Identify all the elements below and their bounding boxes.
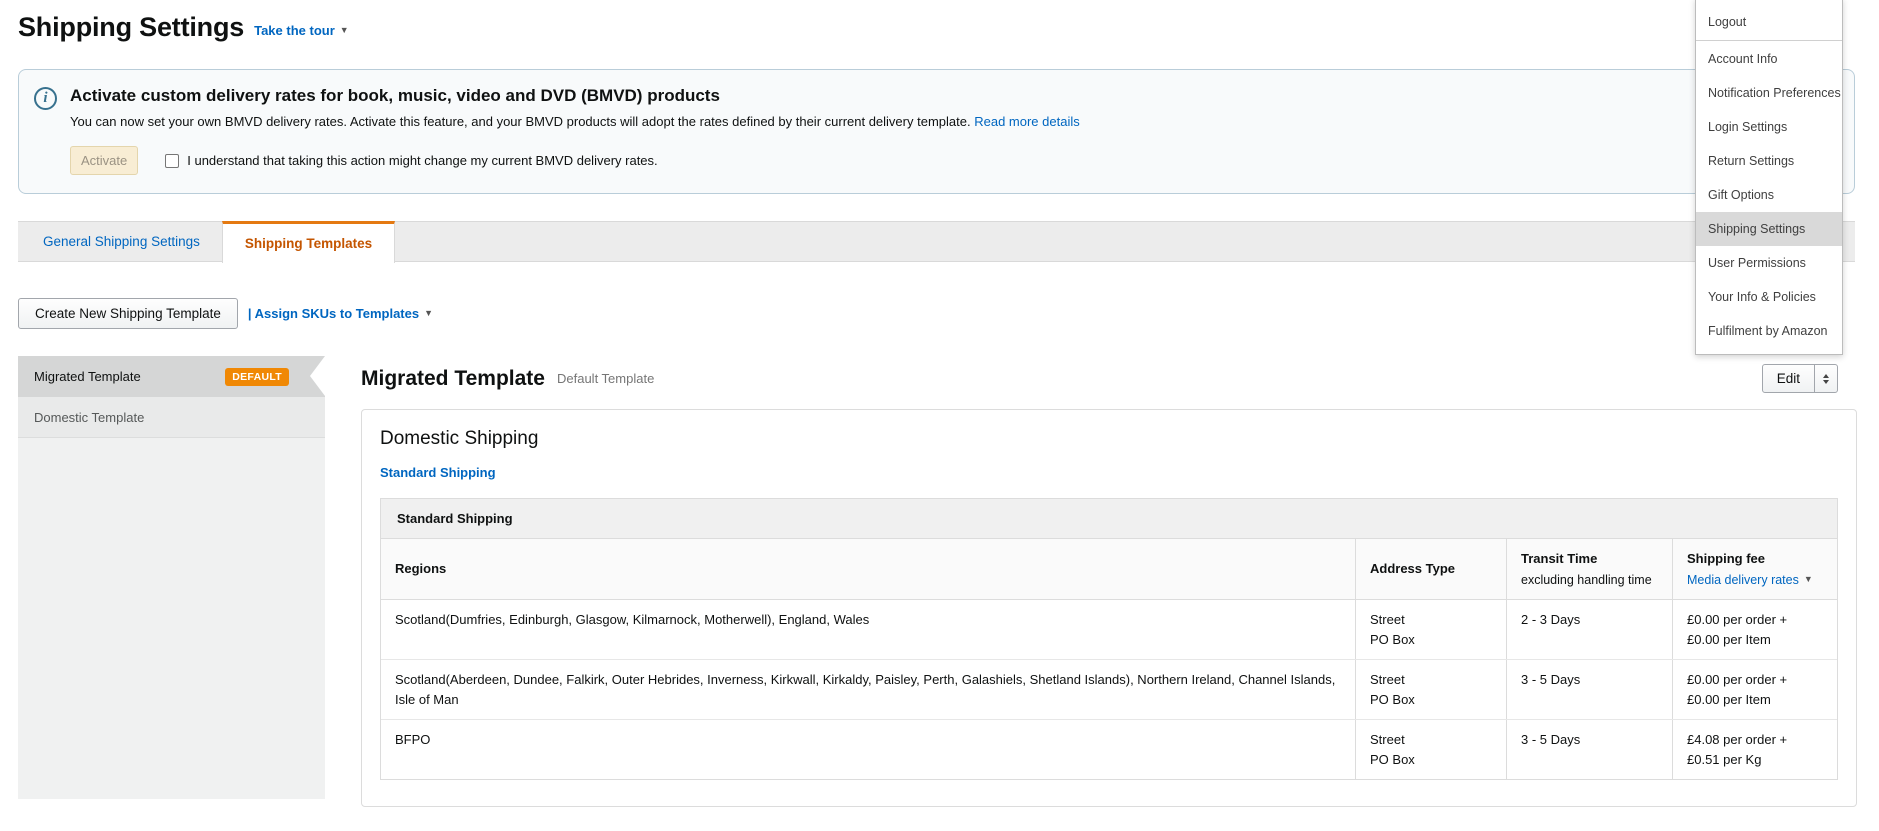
page-title: Shipping Settings — [18, 12, 245, 42]
column-label: Address Type — [1370, 561, 1456, 577]
menu-item-return-settings[interactable]: Return Settings — [1696, 144, 1842, 178]
banner-text: You can now set your own BMVD delivery r… — [70, 114, 1080, 129]
address-type-line: Street — [1370, 672, 1405, 688]
shipping-fee-cell: £4.08 per order + £0.51 per Kg — [1672, 720, 1837, 780]
address-type-line: Street — [1370, 612, 1405, 628]
understand-checkbox[interactable] — [165, 153, 180, 168]
table-row: Scotland(Aberdeen, Dundee, Falkirk, Oute… — [381, 659, 1837, 720]
fee-line: £0.00 per order + — [1687, 612, 1788, 628]
banner-title: Activate custom delivery rates for book,… — [70, 86, 720, 105]
tab-general-shipping-settings[interactable]: General Shipping Settings — [21, 222, 222, 261]
menu-item-fulfilment-by-amazon[interactable]: Fulfilment by Amazon — [1696, 314, 1842, 348]
fee-line: £0.51 per Kg — [1687, 751, 1762, 767]
fee-line: £4.08 per order + — [1687, 732, 1788, 748]
banner-body: Activate custom delivery rates for book,… — [70, 86, 1080, 175]
sidebar-item-domestic-template[interactable]: Domestic Template — [18, 397, 325, 438]
address-type-cell: Street PO Box — [1355, 720, 1506, 780]
chevron-down-icon: ▼ — [1803, 573, 1813, 584]
chevron-down-icon: ▼ — [424, 308, 434, 318]
account-settings-menu: Logout Account Info Notification Prefere… — [1695, 0, 1843, 355]
address-type-cell: Street PO Box — [1355, 660, 1506, 720]
bmvd-info-banner: i Activate custom delivery rates for boo… — [18, 69, 1855, 194]
menu-item-user-permissions[interactable]: User Permissions — [1696, 246, 1842, 280]
media-delivery-rates-link-row: Media delivery rates ▼ — [1687, 571, 1823, 590]
column-label: Regions — [395, 561, 447, 577]
transit-time-cell: 2 - 3 Days — [1506, 600, 1672, 660]
template-name: Domestic Template — [34, 409, 145, 425]
template-title: Migrated Template — [361, 366, 545, 390]
fee-line: £0.00 per order + — [1687, 672, 1788, 688]
info-icon: i — [34, 87, 57, 110]
standard-shipping-table: Standard Shipping Regions Address Type T… — [380, 498, 1838, 781]
menu-item-logout[interactable]: Logout — [1696, 5, 1842, 39]
column-header-address-type: Address Type — [1355, 539, 1506, 600]
regions-cell: Scotland(Aberdeen, Dundee, Falkirk, Oute… — [395, 672, 1336, 707]
menu-item-notification-preferences[interactable]: Notification Preferences — [1696, 76, 1842, 110]
table-row: Scotland(Dumfries, Edinburgh, Glasgow, K… — [381, 600, 1837, 660]
take-the-tour-label[interactable]: Take the tour — [254, 23, 335, 38]
tab-shipping-templates[interactable]: Shipping Templates — [221, 221, 396, 263]
template-detail-header: Migrated Template Default Template Edit — [361, 364, 1857, 393]
column-label: Shipping fee — [1687, 551, 1765, 566]
banner-description: You can now set your own BMVD delivery r… — [70, 114, 971, 129]
understand-checkbox-label: I understand that taking this action mig… — [187, 153, 658, 168]
transit-time-cell: 3 - 5 Days — [1506, 720, 1672, 780]
edit-dropdown-button[interactable] — [1814, 364, 1838, 393]
banner-actions: Activate I understand that taking this a… — [70, 146, 1080, 175]
menu-divider — [1696, 40, 1842, 41]
column-header-shipping-fee: Shipping fee Media delivery rates ▼ — [1672, 539, 1837, 600]
read-more-link[interactable]: Read more details — [974, 114, 1080, 129]
column-sublabel: excluding handling time — [1521, 572, 1652, 587]
content-area: Migrated Template DEFAULT Domestic Templ… — [18, 356, 1879, 808]
shipping-fee-cell: £0.00 per order + £0.00 per Item — [1672, 600, 1837, 660]
table-title: Standard Shipping — [381, 499, 1837, 539]
domestic-shipping-card: Domestic Shipping Standard Shipping Stan… — [361, 409, 1857, 808]
media-delivery-rates-link[interactable]: Media delivery rates — [1687, 573, 1799, 587]
domestic-shipping-heading: Domestic Shipping — [380, 428, 539, 449]
assign-skus-label[interactable]: | Assign SKUs to Templates — [248, 306, 419, 321]
activate-button[interactable]: Activate — [70, 146, 139, 175]
default-badge: DEFAULT — [225, 367, 289, 386]
menu-item-account-info[interactable]: Account Info — [1696, 42, 1842, 76]
address-type-line: PO Box — [1370, 751, 1415, 767]
menu-item-login-settings[interactable]: Login Settings — [1696, 110, 1842, 144]
page-header: Shipping Settings Take the tour ▼ — [18, 12, 1879, 43]
standard-shipping-link[interactable]: Standard Shipping — [380, 465, 496, 480]
understand-checkbox-row: I understand that taking this action mig… — [165, 153, 658, 168]
address-type-line: PO Box — [1370, 691, 1415, 707]
transit-time-cell: 3 - 5 Days — [1506, 660, 1672, 720]
column-header-transit-time: Transit Time excluding handling time — [1506, 539, 1672, 600]
chevron-down-icon: ▼ — [339, 25, 349, 35]
table-row: BFPO Street PO Box 3 - 5 Days £4.08 per … — [381, 719, 1837, 780]
fee-line: £0.00 per Item — [1687, 691, 1771, 707]
regions-cell: BFPO — [395, 732, 431, 748]
menu-item-gift-options[interactable]: Gift Options — [1696, 178, 1842, 212]
table-header-row: Regions Address Type Transit Time exclud… — [381, 539, 1837, 601]
fee-line: £0.00 per Item — [1687, 631, 1771, 647]
template-subtitle: Default Template — [556, 371, 655, 386]
edit-split-button: Edit — [1761, 364, 1838, 393]
template-list-sidebar: Migrated Template DEFAULT Domestic Templ… — [18, 356, 325, 799]
column-header-regions: Regions — [381, 539, 1355, 599]
address-type-cell: Street PO Box — [1355, 600, 1506, 660]
sidebar-item-migrated-template[interactable]: Migrated Template DEFAULT — [18, 356, 325, 397]
menu-item-your-info-policies[interactable]: Your Info & Policies — [1696, 280, 1842, 314]
template-toolbar: Create New Shipping Template | Assign SK… — [18, 298, 1879, 329]
assign-skus-link[interactable]: | Assign SKUs to Templates ▼ — [248, 306, 433, 321]
take-the-tour-link[interactable]: Take the tour ▼ — [254, 23, 349, 38]
edit-button[interactable]: Edit — [1761, 364, 1815, 393]
tab-bar: General Shipping Settings Shipping Templ… — [18, 221, 1855, 263]
regions-cell: Scotland(Dumfries, Edinburgh, Glasgow, K… — [395, 612, 870, 628]
address-type-line: Street — [1370, 732, 1405, 748]
up-down-arrows-icon — [1823, 373, 1829, 384]
address-type-line: PO Box — [1370, 631, 1415, 647]
template-name: Migrated Template — [34, 369, 141, 384]
column-label: Transit Time — [1521, 551, 1598, 566]
template-detail-panel: Migrated Template Default Template Edit … — [361, 356, 1857, 808]
shipping-fee-cell: £0.00 per order + £0.00 per Item — [1672, 660, 1837, 720]
menu-item-shipping-settings[interactable]: Shipping Settings — [1696, 212, 1842, 246]
create-new-shipping-template-button[interactable]: Create New Shipping Template — [18, 298, 238, 329]
